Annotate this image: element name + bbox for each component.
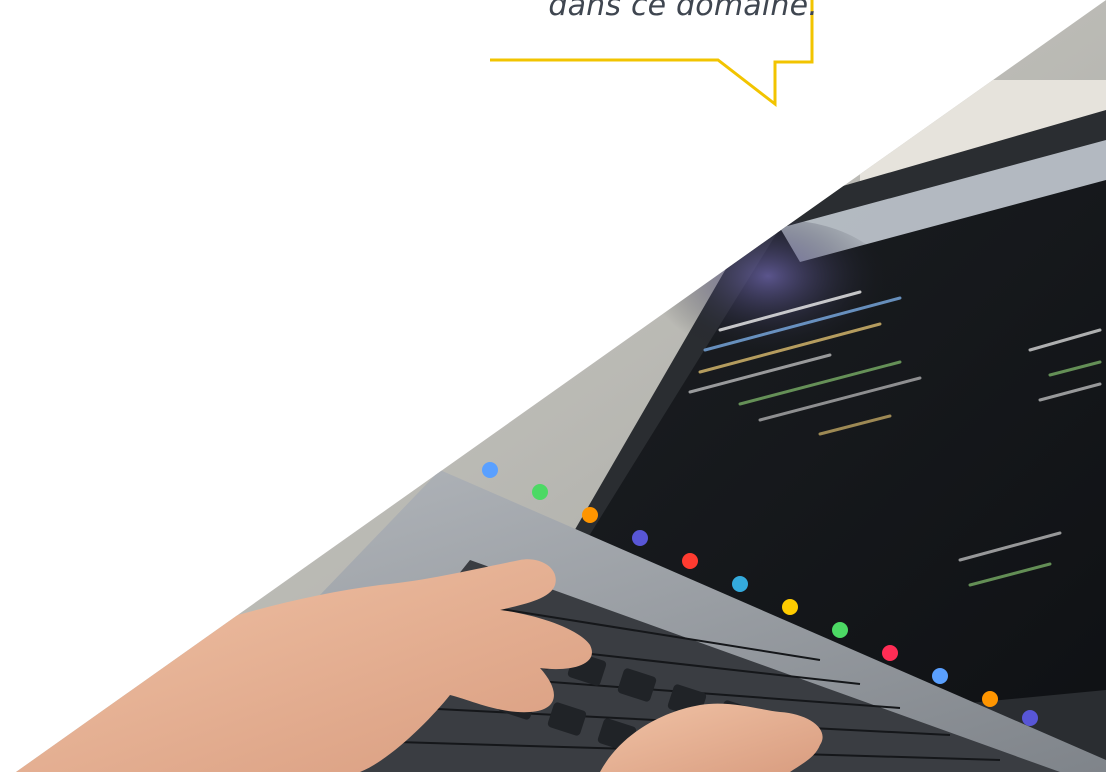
- page-canvas: dans ce domaine.: [0, 0, 1106, 772]
- quote-text: dans ce domaine.: [548, 0, 818, 23]
- laptop-photo-illustration: [16, 0, 1106, 772]
- hero-photo: [16, 0, 1106, 772]
